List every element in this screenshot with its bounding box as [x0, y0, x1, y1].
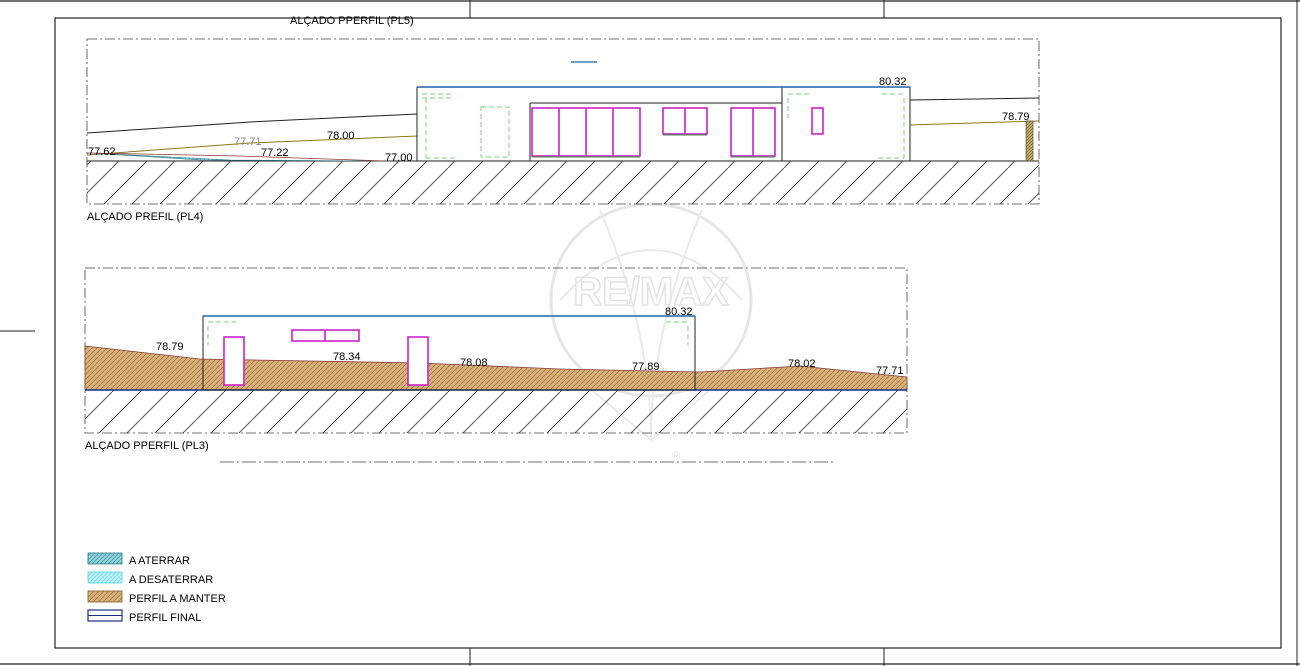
- pl3-building: [202, 315, 696, 391]
- pl4-title: ALÇADO PREFIL (PL4): [87, 211, 203, 223]
- pl4-level-77-71: 77.71: [234, 136, 262, 148]
- pl3-level-78-34: 78.34: [333, 351, 361, 363]
- pl4-boundary-post: [1025, 120, 1034, 162]
- pl3-level-78-79: 78.79: [156, 341, 184, 353]
- legend-item-desaterrar: A DESATERRAR: [87, 571, 213, 586]
- pl4-building-main: [416, 86, 783, 162]
- legend-swatch-desaterrar: [87, 571, 123, 584]
- legend-item-perfil-final: PERFIL FINAL: [87, 609, 201, 624]
- pl4-foundation-hatch: [87, 161, 1039, 204]
- drawing-sheet: ALÇADO PPERFIL (PL5) RE/MAX ® 77.62 77.7…: [0, 0, 1300, 666]
- pl4-level-80-32: 80.32: [879, 76, 907, 88]
- pl4-existing-terrain: [86, 113, 418, 134]
- legend-item-perfil-manter: PERFIL A MANTER: [87, 590, 226, 605]
- pl3-level-80-32: 80.32: [665, 306, 693, 318]
- pl4-level-78-79: 78.79: [1002, 111, 1030, 123]
- legend-label-perfil-manter: PERFIL A MANTER: [129, 593, 226, 605]
- pl3-level-78-08: 78.08: [460, 357, 488, 369]
- pl4-level-77-62: 77.62: [88, 146, 116, 158]
- legend-label-aterrar: A ATERRAR: [129, 555, 190, 567]
- pl4-level-77-00: 77.00: [385, 152, 413, 164]
- pl3-level-77-89: 77.89: [632, 361, 660, 373]
- pl3-title: ALÇADO PPERFIL (PL3): [85, 440, 209, 452]
- watermark-logo: RE/MAX: [573, 270, 729, 314]
- legend-label-perfil-final: PERFIL FINAL: [129, 612, 201, 624]
- legend-swatch-perfil-manter: [87, 590, 123, 603]
- pl3-level-78-02: 78.02: [788, 358, 816, 370]
- legend-swatch-aterrar: [87, 552, 123, 565]
- pl4-level-78-00: 78.00: [327, 130, 355, 142]
- watermark-registered: ®: [672, 449, 681, 463]
- pl4-right-terrain: [909, 97, 1040, 101]
- legend-item-aterrar: A ATERRAR: [87, 552, 190, 567]
- pl4-building-annex: [781, 86, 911, 162]
- elevation-pl3: 78.79 78.34 78.08 80.32 77.89 78.02 77.7…: [84, 267, 908, 463]
- legend-label-desaterrar: A DESATERRAR: [129, 574, 213, 586]
- legend: A ATERRAR A DESATERRAR PERFIL A MANTER P…: [87, 552, 226, 624]
- header-title: ALÇADO PPERFIL (PL5): [290, 15, 414, 27]
- elevation-pl4: 77.62 77.71 78.00 77.22 77.00 80.32 78.7…: [86, 38, 1040, 223]
- pl3-level-77-71: 77.71: [876, 365, 904, 377]
- pl3-foundation-hatch: [85, 390, 907, 433]
- pl4-level-77-22: 77.22: [261, 147, 289, 159]
